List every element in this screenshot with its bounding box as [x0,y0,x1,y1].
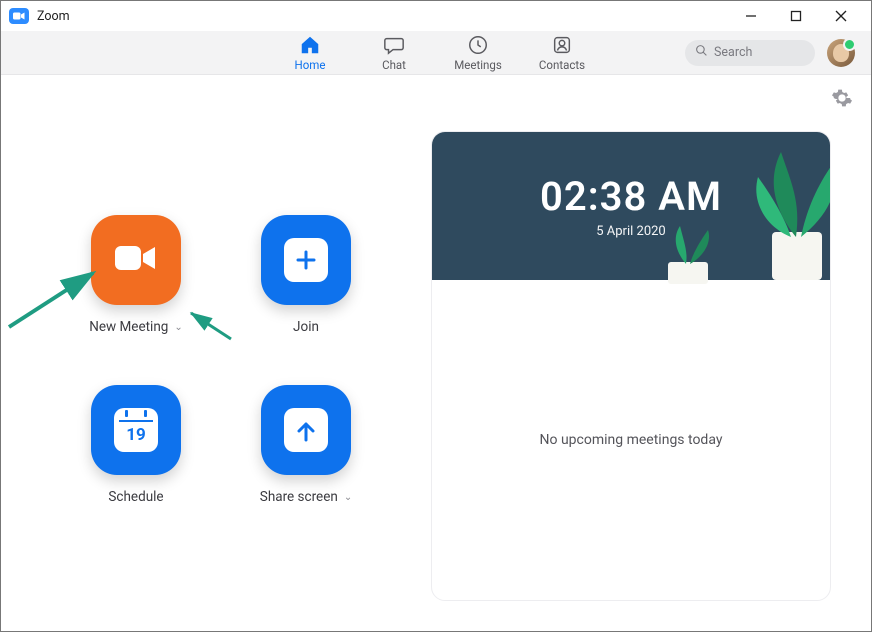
new-meeting-button[interactable] [91,215,181,305]
tab-chat[interactable]: Chat [369,31,419,74]
info-panel: 02:38 AM 5 April 2020 No upcoming meetin… [431,131,831,601]
tab-label: Contacts [539,58,585,72]
minimize-button[interactable] [728,1,773,31]
plant-decoration-icon [746,132,831,280]
tab-meetings[interactable]: Meetings [453,31,503,74]
action-label: New Meeting [89,319,168,335]
avatar-face [833,44,849,62]
share-screen-button[interactable] [261,385,351,475]
chat-icon [383,34,405,56]
action-join: Join [261,215,351,385]
action-share-screen: Share screen ⌄ [260,385,352,555]
action-label: Schedule [108,489,163,505]
window-controls [728,1,863,31]
clock-date: 5 April 2020 [596,224,666,239]
action-label: Share screen [260,489,338,505]
schedule-button[interactable]: 19 [91,385,181,475]
content: New Meeting ⌄ Join [1,75,871,631]
chevron-down-icon[interactable]: ⌄ [344,492,352,503]
close-button[interactable] [818,1,863,31]
window-title: Zoom [37,9,70,24]
calendar-icon: 19 [114,408,158,452]
action-new-meeting: New Meeting ⌄ [89,215,183,385]
info-panel-wrap: 02:38 AM 5 April 2020 No upcoming meetin… [431,75,871,631]
settings-button[interactable] [831,87,853,109]
join-button[interactable] [261,215,351,305]
clock-icon [467,34,489,56]
arrow-up-icon [284,408,328,452]
contacts-icon [551,34,573,56]
video-icon [113,242,159,278]
search-icon [695,44,708,61]
plus-icon [284,238,328,282]
titlebar: Zoom [1,1,871,31]
chevron-down-icon[interactable]: ⌄ [174,322,182,333]
calendar-day: 19 [126,425,146,445]
tab-home[interactable]: Home [285,31,335,74]
tab-label: Chat [382,58,406,72]
clock-time: 02:38 AM [540,173,722,220]
zoom-app-icon [9,8,29,24]
action-label: Join [293,319,319,335]
action-schedule: 19 Schedule [91,385,181,555]
tab-label: Meetings [454,58,502,72]
main-tabs: Home Chat Meetings Contacts [285,31,587,74]
avatar[interactable] [827,39,855,67]
home-icon [299,34,321,56]
no-meetings-text: No upcoming meetings today [540,432,723,448]
search-input[interactable]: Search [685,40,815,66]
tab-contacts[interactable]: Contacts [537,31,587,74]
toolbar: Home Chat Meetings Contacts [1,31,871,75]
clock-hero: 02:38 AM 5 April 2020 [432,132,830,280]
actions-panel: New Meeting ⌄ Join [1,75,431,631]
tab-label: Home [295,58,326,72]
zoom-window: Zoom Home C [0,0,872,632]
meetings-status-area: No upcoming meetings today [432,280,830,600]
maximize-button[interactable] [773,1,818,31]
search-placeholder: Search [714,45,752,60]
